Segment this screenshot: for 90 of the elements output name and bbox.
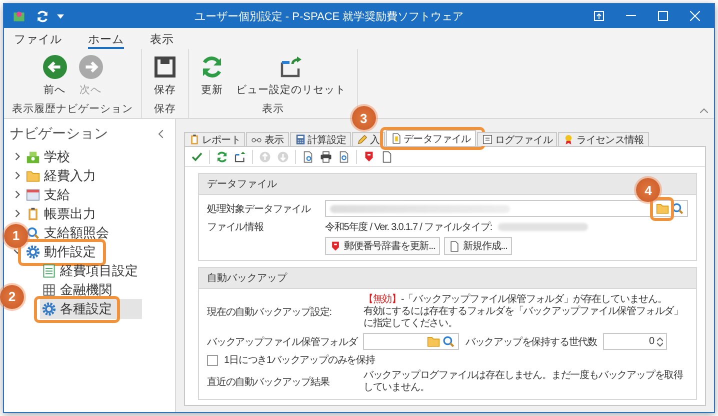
search-icon [442, 335, 456, 348]
dropdown-caret-icon[interactable] [57, 14, 64, 18]
document-icon [449, 240, 460, 252]
down-arrow-icon [277, 150, 289, 162]
document-preview-icon [338, 150, 350, 162]
award-icon [563, 134, 574, 145]
ribbon-group-label: 保存 [154, 102, 176, 116]
chevron-right-icon [12, 171, 22, 180]
maximize-icon[interactable] [658, 11, 668, 21]
collapse-ribbon-icon[interactable] [700, 108, 708, 113]
pin-icon [363, 150, 375, 162]
ribbon-group-label: 表示 [262, 102, 284, 116]
collapse-panel-icon[interactable] [158, 130, 163, 138]
tab[interactable]: 計算設定 [290, 132, 352, 146]
hint-text: 有効にするには存在するフォルダを「バックアップファイル保管フォルダ」に指定してください。 [363, 306, 684, 330]
callout-badge: 2 [0, 284, 24, 308]
refresh-icon [216, 150, 228, 162]
window-title: ユーザー個別設定 - P-SPACE 就学奨励費ソフトウェア [193, 10, 465, 24]
tab[interactable]: ログファイル [476, 132, 558, 146]
folder-icon [427, 335, 440, 348]
field-label: 直近の自動バックアップ結果 [207, 376, 330, 389]
document-icon [381, 150, 393, 162]
settings-icon [42, 302, 56, 316]
settings-icon [26, 244, 40, 258]
printer-icon [320, 150, 332, 162]
log-icon [482, 134, 493, 145]
section-header: 自動バックアップ [199, 268, 696, 289]
refresh-icon [200, 55, 224, 79]
status-text: 【無効】 [363, 294, 402, 305]
close-icon[interactable] [690, 11, 700, 21]
action-button[interactable]: 新規作成... [444, 237, 512, 255]
field-label: バックアップを保持する世代数 [465, 336, 598, 348]
up-arrow-icon [259, 150, 271, 162]
field-label: ファイル情報 [207, 220, 264, 234]
save-icon [153, 55, 177, 79]
tab[interactable]: ライセンス情報 [558, 132, 649, 146]
ribbon-button[interactable]: 更新 [197, 53, 227, 102]
document-search-icon [302, 150, 314, 162]
document-icon [390, 133, 402, 144]
app-logo-icon [12, 9, 26, 23]
export-icon [234, 150, 246, 162]
ribbon-group-label: 表示履歴ナビゲーション [12, 102, 133, 116]
calendar-icon [26, 188, 40, 202]
status-message: -「バックアップファイル保管フォルダ」が存在していません。 [401, 294, 667, 305]
building-icon [26, 150, 40, 164]
result-text: バックアップログファイルは存在しません。まだ一度もバックアップを取得していません。 [363, 370, 684, 394]
refresh-icon[interactable] [36, 10, 49, 22]
tab[interactable]: 入 [352, 132, 385, 146]
nav-item[interactable]: 学校 [24, 146, 72, 166]
nav-item[interactable]: 経費項目設定 [40, 260, 140, 280]
navigation-title: ナビゲーション [10, 125, 108, 143]
ribbon-button[interactable]: 保存 [150, 53, 180, 102]
file-path-field[interactable] [325, 200, 688, 217]
search-icon [26, 226, 40, 240]
nav-item[interactable]: 支給 [24, 184, 72, 204]
field-label: バックアップファイル保管フォルダ [207, 336, 358, 348]
field-label: 現在の自動バックアップ設定: [207, 306, 332, 319]
chevron-right-icon [12, 209, 22, 218]
spreadsheet-icon [42, 264, 56, 278]
field-label: 処理対象データファイル [207, 202, 312, 216]
tab[interactable]: レポート [184, 132, 246, 146]
folder-icon [26, 168, 40, 182]
window-arrow-icon [279, 55, 303, 79]
menu-tab[interactable]: ファイル [14, 32, 62, 49]
chevron-right-icon [12, 190, 22, 199]
minimize-icon[interactable] [626, 15, 636, 17]
restore-icon[interactable] [594, 11, 604, 21]
chevron-right-icon [12, 152, 22, 161]
tab[interactable]: データファイル [386, 130, 476, 146]
file-info: 令和5年度 / Ver. 3.0.1.7 / ファイルタイプ: [325, 220, 492, 234]
tab[interactable]: 表示 [246, 132, 289, 146]
generations-spinner[interactable]: 0 [603, 333, 668, 350]
table-icon [42, 282, 56, 296]
nav-item[interactable]: 経費入力 [24, 166, 98, 186]
nav-item[interactable]: 帳票出力 [24, 204, 98, 224]
callout-badge: 1 [4, 224, 28, 248]
pin-icon [330, 240, 341, 252]
nav-item[interactable]: 各種設定 [40, 298, 142, 318]
ribbon-button[interactable]: ビュー設定のリセット [233, 53, 349, 102]
checkbox-label[interactable]: 1日につき1バックアップのみを保持 [224, 353, 375, 367]
ribbon-button[interactable]: 前へ [40, 53, 70, 102]
checkbox[interactable] [207, 354, 218, 366]
folder-field[interactable] [363, 333, 460, 350]
action-button[interactable]: 郵便番号辞書を更新... [325, 237, 440, 255]
check-icon [191, 150, 203, 162]
folder-icon [656, 202, 669, 215]
clipboard-icon [26, 206, 40, 220]
nav-item[interactable]: 金融機関 [40, 280, 114, 300]
menu-tab[interactable]: 表示 [150, 32, 174, 49]
search-icon [671, 202, 684, 215]
